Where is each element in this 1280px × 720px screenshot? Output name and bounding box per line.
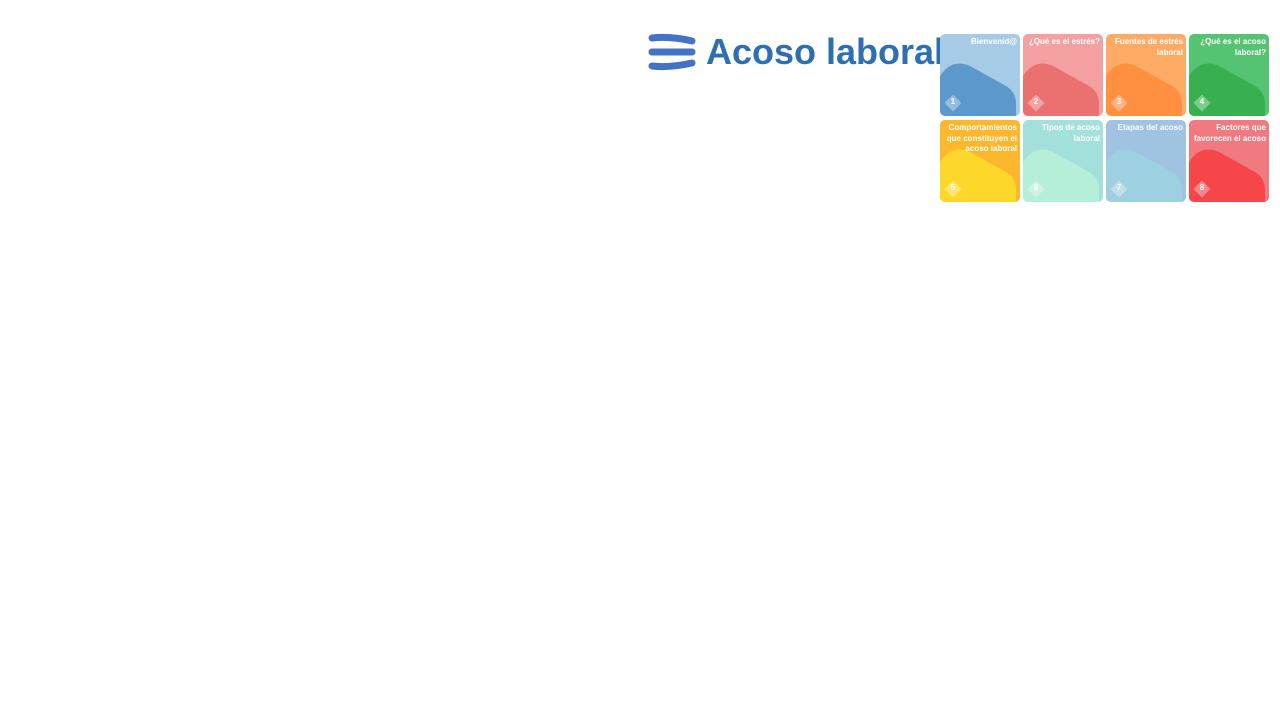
tile-number: 2 [1033,97,1039,106]
tile-number: 8 [1199,183,1205,192]
page-title: Acoso laboral [706,31,945,72]
tile-number-badge: 6 [1027,180,1045,198]
tile-number-badge: 5 [944,180,962,198]
header: Acoso laboral [646,26,944,78]
topic-tile-grid: Bienvenid@ 1 ¿Qué es el estrés? 2 Fuente… [940,34,1270,202]
topic-tile-4[interactable]: ¿Qué es el acoso laboral? 4 [1189,34,1269,116]
tile-number: 4 [1199,97,1205,106]
tile-number: 7 [1116,183,1122,192]
tile-number: 5 [950,183,956,192]
topic-tile-7[interactable]: Etapas del acoso 7 [1106,120,1186,202]
tile-number-badge: 7 [1110,180,1128,198]
topic-tile-3[interactable]: Fuentes de estrés laboral 3 [1106,34,1186,116]
tile-label: Tipos de acoso laboral [1041,123,1100,143]
topic-tile-6[interactable]: Tipos de acoso laboral 6 [1023,120,1103,202]
tile-number: 3 [1116,97,1122,106]
hamburger-icon[interactable] [646,28,698,76]
topic-tile-5[interactable]: Comportamientos que constituyen el acoso… [940,120,1020,202]
tile-number-badge: 1 [944,94,962,112]
tile-number-badge: 4 [1193,94,1211,112]
slide-page: Acoso laboral Bienvenid@ 1 ¿Qué es el es… [0,0,1280,720]
topic-tile-1[interactable]: Bienvenid@ 1 [940,34,1020,116]
tile-label: ¿Qué es el acoso laboral? [1200,37,1266,57]
tile-label: Etapas del acoso [1117,123,1183,132]
topic-tile-2[interactable]: ¿Qué es el estrés? 2 [1023,34,1103,116]
tile-number: 6 [1033,183,1039,192]
tile-label: Comportamientos que constituyen el acoso… [946,123,1017,153]
tile-label: Fuentes de estrés laboral [1114,37,1183,57]
tile-number: 1 [950,97,956,106]
tile-number-badge: 2 [1027,94,1045,112]
tile-label: Factores que favorecen el acoso [1193,123,1266,143]
tile-label: Bienvenid@ [970,37,1017,46]
tile-number-badge: 8 [1193,180,1211,198]
topic-tile-8[interactable]: Factores que favorecen el acoso 8 [1189,120,1269,202]
tile-label: ¿Qué es el estrés? [1028,37,1100,46]
tile-number-badge: 3 [1110,94,1128,112]
